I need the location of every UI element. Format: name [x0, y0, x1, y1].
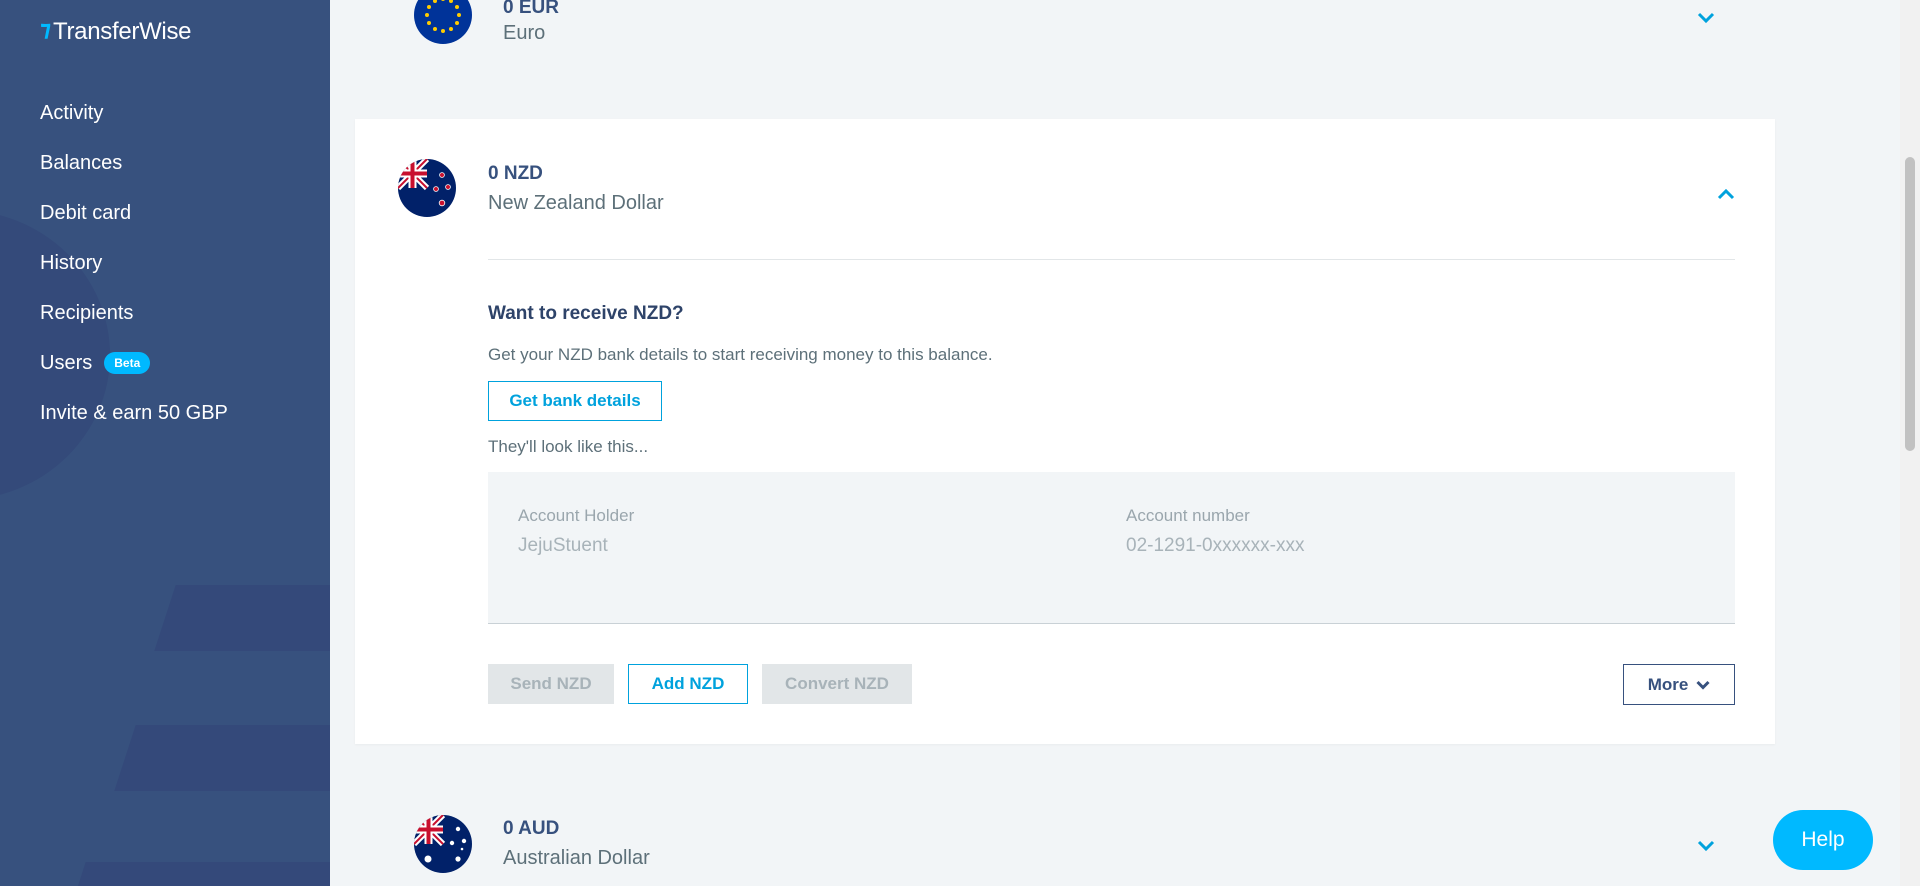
nav-item-label: Debit card	[40, 201, 132, 224]
sidebar: ⁊ TransferWise Activity Balances Debit c…	[0, 0, 330, 886]
scrollbar-thumb[interactable]	[1905, 157, 1915, 451]
currency-name: Euro	[503, 22, 546, 44]
preview-caption: They'll look like this...	[488, 437, 649, 456]
receive-title: Want to receive NZD?	[488, 303, 684, 324]
nav-item-invite[interactable]: Invite & earn 50 GBP	[40, 388, 228, 438]
send-nzd-button[interactable]: Send NZD	[488, 664, 614, 704]
nav-item-label: History	[40, 251, 103, 274]
nav-item-label: Balances	[40, 151, 123, 174]
transferwise-logo[interactable]: ⁊ TransferWise	[40, 16, 192, 46]
balance-amount: 0 EUR	[503, 0, 559, 18]
account-number-value: 02-1291-0xxxxxx-xxx	[1126, 535, 1305, 556]
au-flag-icon	[414, 815, 472, 873]
nav-item-debit-card[interactable]: Debit card	[40, 188, 228, 238]
balance-card-nzd: 0 NZD New Zealand Dollar Want to receive…	[355, 119, 1775, 744]
main-nav: Activity Balances Debit card History Rec…	[40, 88, 228, 438]
balance-row-eur[interactable]: 0 EUR Euro	[355, 0, 1775, 62]
nav-item-history[interactable]: History	[40, 238, 228, 288]
card-divider	[488, 259, 1735, 260]
balance-row-aud[interactable]: 0 AUD Australian Dollar	[355, 798, 1775, 886]
sidebar-decoration	[154, 585, 330, 651]
balance-amount: 0 AUD	[503, 818, 560, 839]
nz-flag-icon	[398, 159, 456, 217]
account-holder-label: Account Holder	[518, 506, 635, 525]
nav-item-label: Invite & earn 50 GBP	[40, 401, 228, 424]
sidebar-decoration	[114, 725, 330, 791]
chevron-up-icon[interactable]	[1717, 184, 1735, 205]
sidebar-decoration	[64, 862, 330, 886]
chevron-down-icon[interactable]	[1697, 8, 1715, 29]
currency-name: New Zealand Dollar	[488, 192, 664, 214]
nav-item-users[interactable]: Users Beta	[40, 338, 228, 388]
nav-item-balances[interactable]: Balances	[40, 138, 228, 188]
more-button[interactable]: More	[1623, 664, 1735, 705]
bank-details-preview: Account Holder JejuStuent Account number…	[488, 472, 1735, 624]
help-button[interactable]: Help	[1773, 810, 1873, 870]
page-scrollbar[interactable]	[1900, 0, 1920, 886]
brand-name: TransferWise	[53, 18, 192, 45]
account-number-label: Account number	[1126, 506, 1250, 525]
nav-item-activity[interactable]: Activity	[40, 88, 228, 138]
chevron-down-icon[interactable]	[1697, 836, 1715, 857]
add-nzd-button[interactable]: Add NZD	[628, 664, 748, 704]
beta-badge: Beta	[104, 352, 151, 374]
transferwise-logo-icon: ⁊	[40, 16, 51, 41]
chevron-down-icon	[1696, 675, 1710, 695]
nav-item-recipients[interactable]: Recipients	[40, 288, 228, 338]
get-bank-details-button[interactable]: Get bank details	[488, 381, 662, 421]
account-holder-value: JejuStuent	[518, 535, 608, 556]
currency-name: Australian Dollar	[503, 847, 650, 869]
eu-flag-icon	[414, 0, 472, 44]
balance-amount: 0 NZD	[488, 163, 543, 184]
nav-item-label: Users	[40, 351, 93, 374]
more-label: More	[1647, 674, 1689, 694]
receive-description: Get your NZD bank details to start recei…	[488, 345, 993, 364]
nav-item-label: Activity	[40, 101, 104, 124]
nav-item-label: Recipients	[40, 301, 134, 324]
convert-nzd-button[interactable]: Convert NZD	[762, 664, 912, 704]
